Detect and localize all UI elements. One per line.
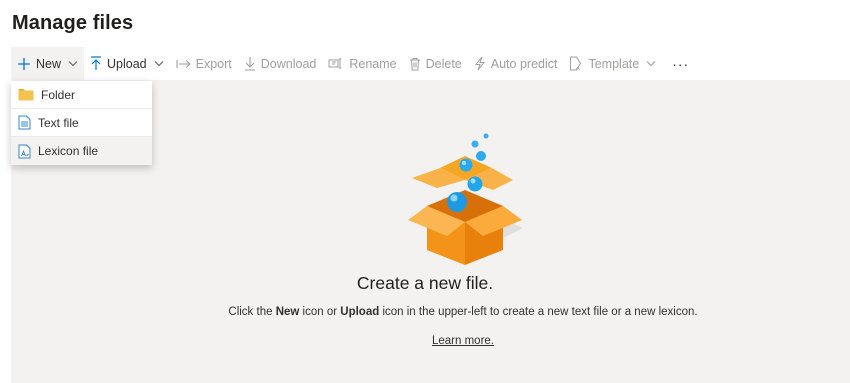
learn-more-row: Learn more. (0, 335, 850, 347)
new-dropdown-menu: Folder Text file Lexicon file (11, 81, 152, 165)
menu-item-label: Text file (38, 115, 79, 130)
menu-item-label: Folder (41, 87, 76, 102)
chevron-down-icon (68, 61, 78, 67)
description-text: icon in the upper-left to create a new t… (379, 306, 698, 318)
more-icon: ··· (672, 55, 690, 72)
description-upload-emphasis: Upload (340, 306, 380, 318)
text-file-icon (18, 115, 31, 130)
rename-button[interactable]: Rename (322, 47, 402, 80)
upload-icon (91, 56, 102, 70)
auto-predict-button[interactable]: Auto predict (468, 47, 564, 80)
export-button-label: Export (195, 56, 232, 71)
download-icon (244, 57, 255, 71)
description-text: Click the (228, 306, 276, 318)
template-button[interactable]: Template (563, 47, 662, 80)
download-button-label: Download (260, 56, 317, 71)
page-title: Manage files (12, 12, 134, 34)
empty-box-illustration (400, 130, 530, 275)
empty-state-description: Click the New icon or Upload icon in the… (0, 306, 850, 318)
more-options-button[interactable]: ··· (662, 47, 695, 80)
menu-item-label: Lexicon file (38, 144, 99, 158)
template-button-label: Template (588, 56, 640, 71)
chevron-down-icon (646, 61, 656, 67)
lightning-icon (474, 56, 485, 71)
folder-icon (18, 89, 34, 101)
menu-item-text-file[interactable]: Text file (11, 109, 152, 137)
delete-button-label: Delete (425, 56, 462, 71)
plus-icon (18, 57, 30, 70)
template-icon (570, 56, 582, 71)
upload-button-label: Upload (107, 56, 147, 71)
description-new-emphasis: New (275, 306, 300, 318)
upload-button[interactable]: Upload (84, 47, 170, 80)
trash-icon (409, 57, 420, 70)
command-bar: New Upload Export Download Rename Delete… (11, 47, 695, 80)
rename-icon (328, 58, 342, 69)
lexicon-file-icon (18, 144, 31, 158)
auto-predict-button-label: Auto predict (490, 56, 558, 71)
download-button[interactable]: Download (238, 47, 323, 80)
rename-button-label: Rename (349, 56, 397, 71)
menu-item-lexicon-file[interactable]: Lexicon file (11, 137, 152, 165)
learn-more-link[interactable]: Learn more. (432, 335, 494, 347)
menu-item-folder[interactable]: Folder (11, 81, 152, 109)
chevron-down-icon (154, 61, 164, 67)
delete-button[interactable]: Delete (403, 47, 468, 80)
empty-state-title: Create a new file. (356, 273, 494, 293)
description-text: icon or (299, 306, 341, 318)
new-button-label: New (36, 56, 62, 71)
export-button[interactable]: Export (170, 47, 238, 80)
new-button[interactable]: New (11, 47, 85, 80)
export-icon (176, 59, 191, 68)
